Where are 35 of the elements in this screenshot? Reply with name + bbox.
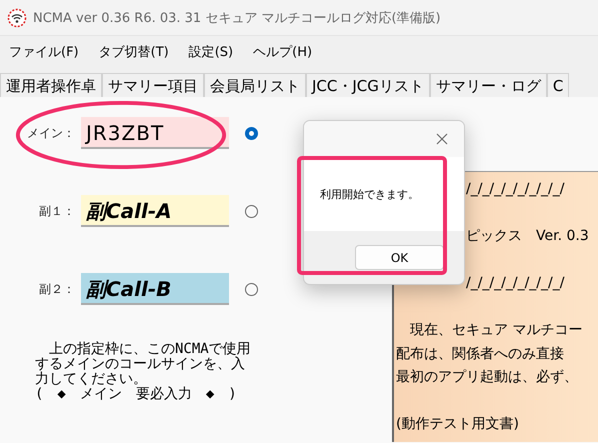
callsign-field[interactable]: 副Call-A: [81, 195, 229, 227]
dialog-message: 利用開始できます。: [320, 186, 419, 202]
menu-item[interactable]: タブ切替(T): [90, 43, 180, 61]
menu-item[interactable]: ファイル(F): [0, 43, 90, 61]
instruction-text: 力してください。: [35, 372, 148, 387]
instruction-text: 上の指定枠に、このNCMAで使用: [48, 342, 252, 357]
app-icon: [7, 8, 27, 28]
notice-text: 現在、セキュア マルチコー: [409, 322, 582, 338]
notice-text: /_/_/_/_/_/_/_/_/: [466, 275, 564, 291]
window-title: NCMA ver 0.36 R6. 03. 31 セキュア マルチコールログ対応(準備版): [33, 10, 441, 26]
radio-button[interactable]: [245, 126, 258, 140]
callsign-field[interactable]: JR3ZBT: [81, 117, 229, 149]
tab[interactable]: JCC・JCGリスト: [306, 73, 430, 97]
callsign-field[interactable]: 副Call-B: [81, 273, 229, 305]
notice-text: 配布は、関係者へのみ直接: [396, 346, 564, 362]
call-label: 副２：: [38, 280, 75, 298]
call-label: 副１：: [38, 202, 75, 220]
menu-item[interactable]: ヘルプ(H): [244, 43, 324, 61]
radio-button[interactable]: [245, 204, 258, 218]
call-label: メイン：: [26, 124, 75, 142]
tab[interactable]: 会員局リスト: [204, 73, 306, 97]
ok-button[interactable]: OK: [355, 245, 444, 270]
tab[interactable]: 運用者操作卓: [0, 73, 102, 97]
notice-text: /_/_/_/_/_/_/_/_/: [466, 181, 564, 197]
radio-button[interactable]: [245, 282, 258, 296]
menu-item[interactable]: 設定(S): [180, 43, 244, 61]
notice-text: ピックス Ver. 0.3: [466, 228, 589, 244]
tab[interactable]: サマリー・ログ: [430, 73, 547, 97]
tab[interactable]: サマリー項目: [102, 73, 204, 97]
notice-text: 最初のアプリ起動は、必ず、: [396, 369, 578, 385]
instruction-text: ( ◆ メイン 要必入力 ◆ ): [35, 387, 238, 402]
close-icon[interactable]: [436, 133, 448, 145]
instruction-text: するメインのコールサインを、入: [35, 357, 246, 372]
notice-text: (動作テスト用文書): [396, 416, 519, 432]
tab[interactable]: C: [546, 73, 570, 97]
